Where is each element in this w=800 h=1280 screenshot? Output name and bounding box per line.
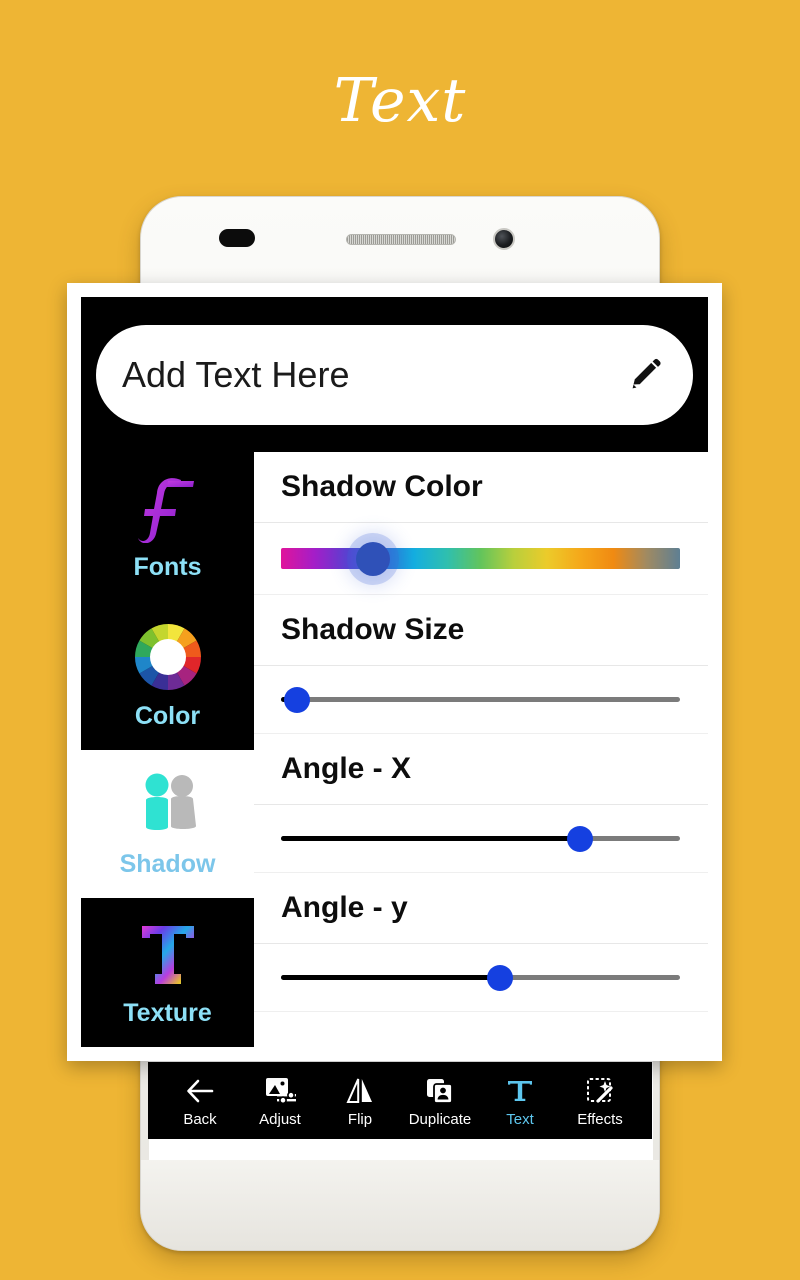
shadow-size-slider[interactable]: [281, 686, 680, 713]
text-editor-panel: Add Text Here Fonts Color Shadow Texture…: [81, 297, 708, 1047]
phone-bottom-bezel: [141, 1160, 659, 1250]
sidebar-label-shadow: Shadow: [119, 850, 216, 879]
text-input-row: Add Text Here: [81, 297, 708, 452]
add-text-input-value: Add Text Here: [122, 353, 350, 395]
sidebar-item-shadow[interactable]: Shadow: [81, 749, 254, 899]
magic-wand-icon: [585, 1074, 615, 1108]
sidebar-label-fonts: Fonts: [133, 552, 202, 581]
shadow-color-slider-thumb[interactable]: [355, 541, 390, 576]
control-title-shadow-color: Shadow Color: [254, 452, 708, 523]
sidebar-item-texture[interactable]: Texture: [81, 898, 254, 1047]
control-group-angle-y: Angle - y: [254, 873, 708, 1012]
text-editor-overlay-frame: Add Text Here Fonts Color Shadow Texture…: [67, 283, 722, 1061]
sidebar-label-texture: Texture: [123, 999, 212, 1028]
editor-sidebar: Fonts Color Shadow Texture: [81, 452, 254, 1047]
controls-empty-space: [254, 1012, 708, 1047]
sidebar-item-color[interactable]: Color: [81, 601, 254, 750]
control-slider-row-shadow-size: [254, 666, 708, 734]
shadow-color-slider[interactable]: [281, 541, 680, 576]
image-sliders-icon: [264, 1074, 296, 1108]
script-f-icon: [137, 471, 199, 545]
color-wheel-icon: [133, 620, 203, 694]
sidebar-item-fonts[interactable]: Fonts: [81, 452, 254, 601]
toolbar-item-adjust[interactable]: Adjust: [240, 1074, 320, 1128]
pencil-icon[interactable]: [627, 356, 665, 394]
control-slider-row-angle-y: [254, 944, 708, 1012]
page-title: Text: [333, 66, 467, 136]
toolbar-label-effects: Effects: [577, 1110, 623, 1128]
app-screenshot: Text Back Adjust Flip Duplicate Text Eff…: [0, 0, 800, 1280]
control-group-angle-x: Angle - X: [254, 734, 708, 873]
panel-body: Fonts Color Shadow Texture Shadow Color …: [81, 452, 708, 1047]
toolbar-label-back: Back: [183, 1110, 217, 1128]
toolbar-item-text[interactable]: Text: [480, 1074, 560, 1128]
angle-x-slider-fill: [281, 836, 581, 841]
toolbar-item-back[interactable]: Back: [160, 1074, 240, 1128]
phone-top-bezel: [141, 197, 659, 292]
shadow-size-slider-thumb[interactable]: [283, 686, 310, 713]
toolbar-label-text: Text: [506, 1110, 534, 1128]
control-title-angle-x: Angle - X: [254, 734, 708, 805]
angle-y-slider-thumb[interactable]: [487, 964, 514, 991]
control-title-angle-y: Angle - y: [254, 873, 708, 944]
control-title-shadow-size: Shadow Size: [254, 595, 708, 666]
angle-x-slider-thumb[interactable]: [567, 825, 594, 852]
earpiece-speaker-icon: [346, 234, 456, 245]
proximity-sensor-icon: [219, 229, 255, 247]
toolbar-item-effects[interactable]: Effects: [560, 1074, 640, 1128]
arrow-left-icon: [184, 1074, 216, 1108]
sidebar-label-color: Color: [134, 701, 201, 730]
textured-t-icon: [136, 917, 200, 991]
front-camera-icon: [493, 228, 515, 250]
person-shadow-icon: [130, 768, 206, 842]
toolbar-label-adjust: Adjust: [259, 1110, 301, 1128]
shadow-controls-pane: Shadow Color Shadow Size Angle - X Angle…: [254, 452, 708, 1047]
toolbar-label-duplicate: Duplicate: [408, 1110, 472, 1128]
toolbar-item-flip[interactable]: Flip: [320, 1074, 400, 1128]
angle-y-slider[interactable]: [281, 964, 680, 991]
toolbar-item-duplicate[interactable]: Duplicate: [400, 1074, 480, 1128]
control-slider-row-shadow-color: [254, 523, 708, 595]
toolbar-label-flip: Flip: [347, 1110, 373, 1128]
angle-x-slider[interactable]: [281, 825, 680, 852]
control-group-shadow-color: Shadow Color: [254, 452, 708, 595]
text-t-icon: [504, 1074, 536, 1108]
bottom-toolbar: Back Adjust Flip Duplicate Text Effects: [148, 1062, 652, 1139]
add-text-input[interactable]: Add Text Here: [96, 324, 693, 425]
control-group-shadow-size: Shadow Size: [254, 595, 708, 734]
angle-y-slider-fill: [281, 975, 501, 980]
flip-mirror-icon: [345, 1074, 375, 1108]
duplicate-icon: [425, 1074, 455, 1108]
control-slider-row-angle-x: [254, 805, 708, 873]
